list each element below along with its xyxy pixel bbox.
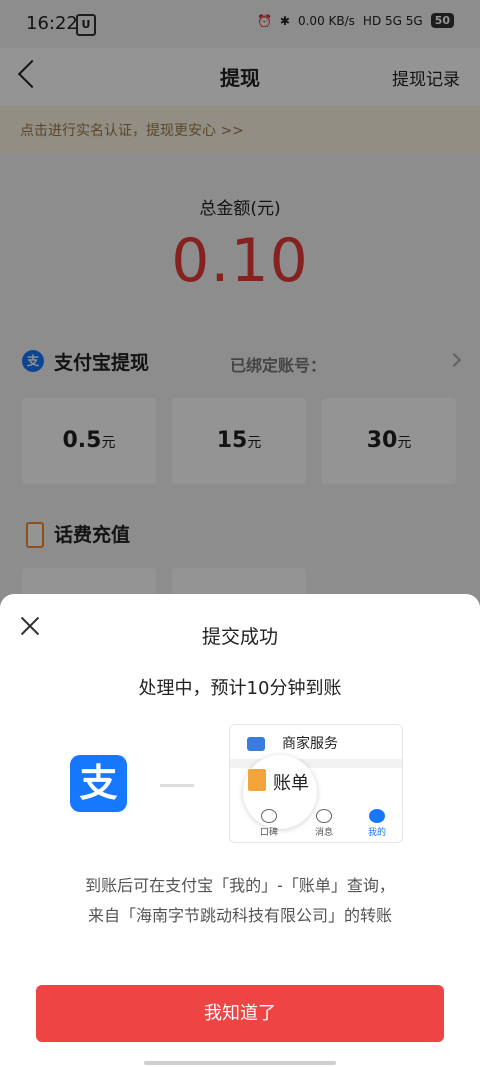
- sheet-title: 提交成功: [201, 626, 278, 648]
- tab-koubei: 口碑: [249, 809, 289, 838]
- success-sheet: 提交成功 处理中，预计10分钟到账 支 商家服务 账单 口碑 消息 我的 到账后…: [0, 594, 480, 1067]
- tab-messages-label: 消息: [314, 828, 333, 838]
- note-line-2: 来自「海南字节跳动科技有限公司」的转账: [87, 906, 392, 925]
- tab-mine: 我的: [357, 809, 397, 838]
- home-indicator[interactable]: [144, 1061, 336, 1065]
- tab-mine-label: 我的: [367, 828, 386, 838]
- alipay-logo-icon: 支: [70, 755, 127, 812]
- note-line-1: 到账后可在支付宝「我的」-「账单」查询，: [85, 876, 395, 895]
- tab-koubei-label: 口碑: [259, 828, 278, 838]
- arrow-icon: [160, 784, 194, 787]
- processing-text: 处理中，预计10分钟到账: [138, 678, 342, 699]
- merchant-service-label: 商家服务: [282, 736, 338, 752]
- bill-label: 账单: [273, 773, 309, 794]
- alipay-bill-illustration: 商家服务 账单 口碑 消息 我的: [229, 724, 403, 843]
- confirm-button[interactable]: 我知道了: [36, 985, 444, 1042]
- tab-messages: 消息: [304, 809, 344, 838]
- bill-icon: [248, 769, 266, 791]
- merchant-service-icon: [247, 737, 265, 751]
